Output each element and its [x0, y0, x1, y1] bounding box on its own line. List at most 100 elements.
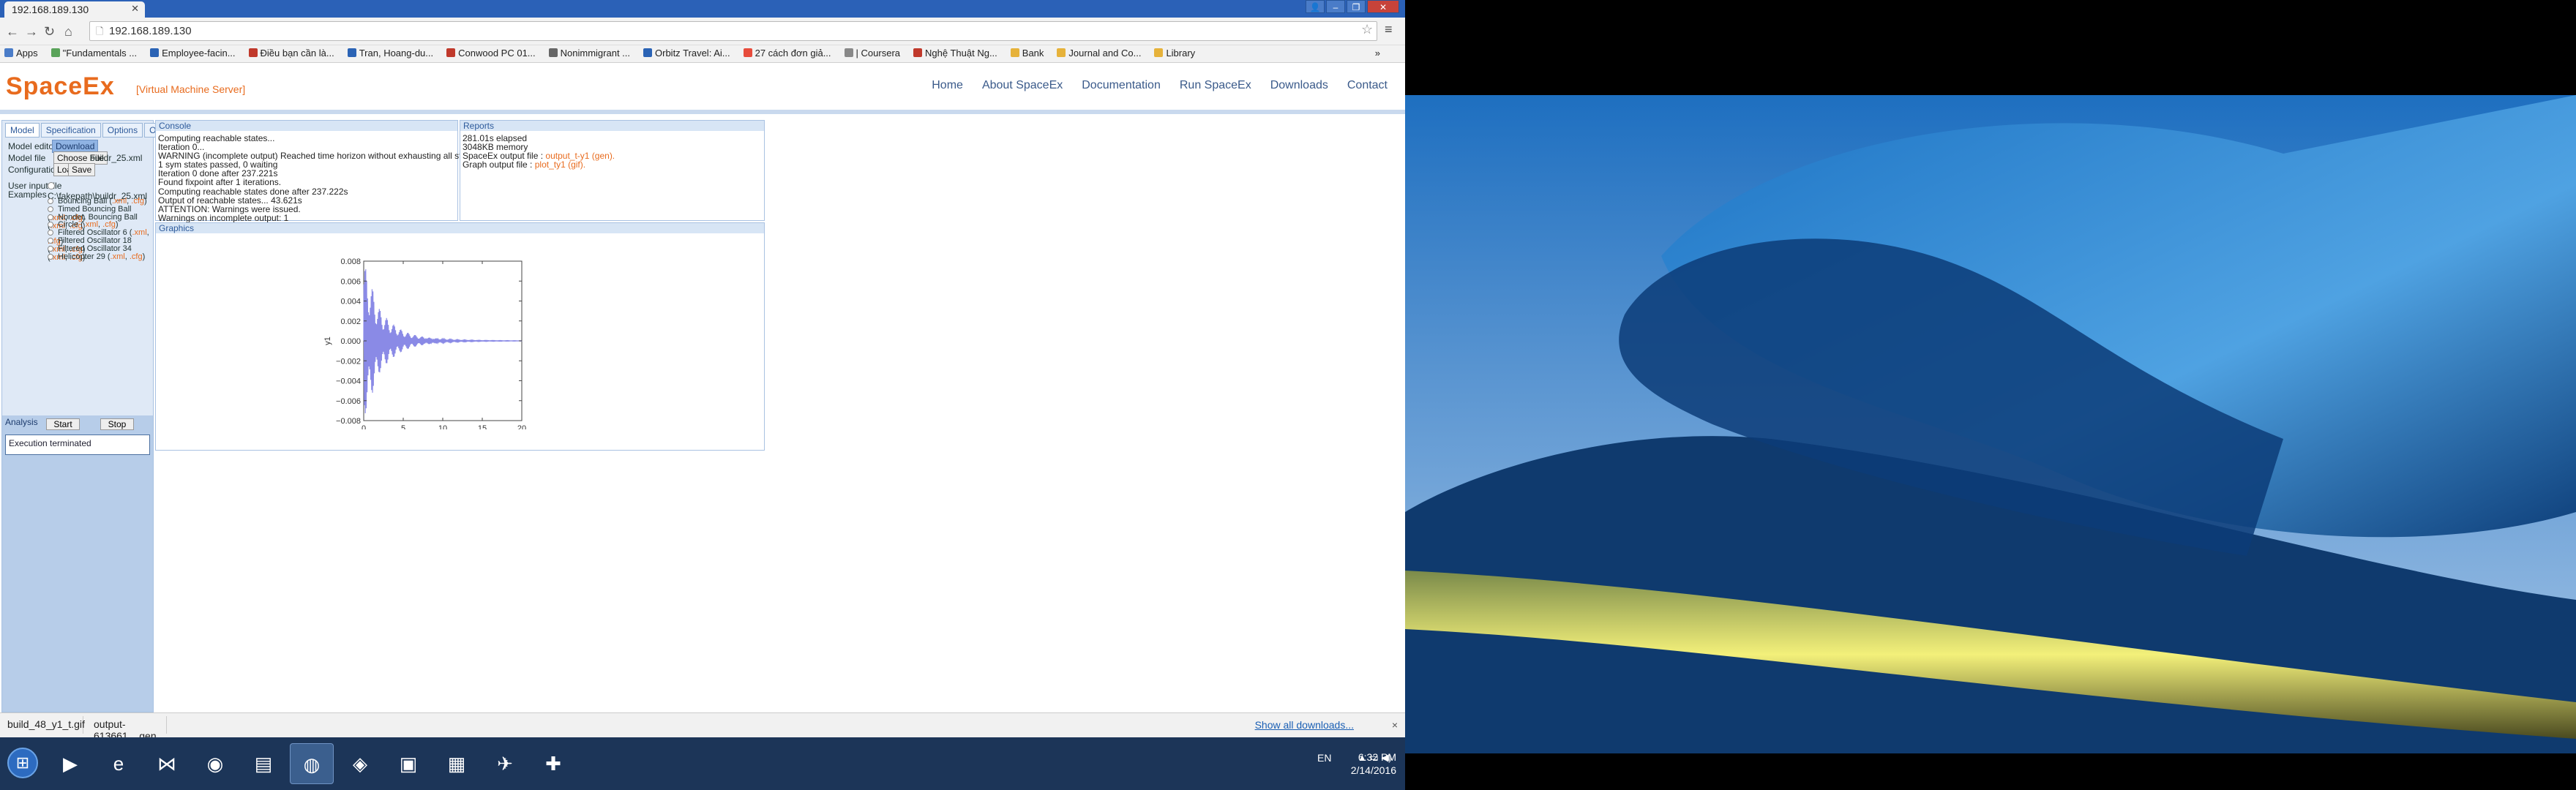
radio-icon[interactable]: [48, 245, 53, 252]
bookmark-label: Conwood PC 01...: [458, 48, 536, 59]
bookmark-item[interactable]: Tran, Hoang-du...: [347, 48, 433, 59]
start-button[interactable]: Start: [46, 418, 80, 430]
bookmark-item[interactable]: "Fundamentals ...: [50, 48, 137, 59]
console-output: Computing reachable states... Iteration 0…: [156, 131, 561, 225]
file-explorer-icon[interactable]: ▤: [242, 743, 285, 784]
radio-icon[interactable]: [48, 230, 53, 236]
reports-title: Reports: [460, 121, 764, 131]
minimize-icon[interactable]: –: [1326, 0, 1345, 13]
browser-tab[interactable]: 192.168.189.130 ✕: [4, 1, 145, 18]
tab-close-icon[interactable]: ✕: [131, 3, 139, 15]
window-controls: 👤 – ❐ ✕: [1306, 0, 1399, 15]
bookmark-label: 27 cách đơn giả...: [755, 48, 831, 59]
bookmark-item[interactable]: Nghệ Thuật Ng...: [913, 48, 997, 59]
language-indicator[interactable]: EN: [1317, 752, 1331, 764]
tab-specification[interactable]: Specification: [40, 123, 101, 138]
nav-link-run-spaceex[interactable]: Run SpaceEx: [1180, 79, 1251, 92]
example-cfg-link[interactable]: .cfg: [130, 252, 143, 261]
bookmark-icon: [1010, 48, 1019, 57]
restore-icon[interactable]: ❐: [1347, 0, 1366, 13]
settings-app-icon[interactable]: ✚: [531, 743, 575, 784]
report-graph-link[interactable]: plot_ty1 (gif).: [535, 159, 585, 170]
example-option[interactable]: Helicopter 29 (.xml, .cfg): [48, 252, 145, 261]
bookmark-item[interactable]: Điều bạn cần là...: [248, 48, 334, 59]
console-line: Computing reachable states done after 23…: [158, 186, 348, 197]
y-tick-label: −0.004: [336, 377, 361, 386]
show-all-downloads-link[interactable]: Show all downloads...: [1255, 719, 1354, 731]
radio-icon[interactable]: [48, 206, 53, 212]
x-tick-label: 15: [478, 424, 487, 429]
example-label: Helicopter 29 (: [58, 252, 111, 261]
home-icon[interactable]: ⌂: [64, 24, 72, 40]
site-logo[interactable]: SpaceEx: [6, 72, 115, 101]
architecture-photo: [1405, 0, 2576, 790]
app-icon[interactable]: ✈: [483, 743, 527, 784]
pdf-icon[interactable]: ▣: [386, 743, 430, 784]
model-file-label: Model file: [8, 153, 46, 163]
clock[interactable]: 6:32 PM 2/14/2016: [1351, 750, 1396, 777]
chrome-icon[interactable]: ◍: [290, 743, 334, 784]
tab-model[interactable]: Model: [5, 123, 40, 138]
internet-explorer-icon[interactable]: e: [97, 743, 141, 784]
bookmark-label: Employee-facin...: [162, 48, 236, 59]
bookmarks-overflow-icon[interactable]: »: [1375, 48, 1380, 59]
bookmark-item[interactable]: Library: [1154, 48, 1195, 59]
console-line: Warnings on incomplete output: 1: [158, 212, 289, 223]
firefox-icon[interactable]: ◉: [193, 743, 237, 784]
nav-link-documentation[interactable]: Documentation: [1082, 79, 1161, 92]
nav-link-downloads[interactable]: Downloads: [1270, 79, 1328, 92]
radio-icon[interactable]: [48, 222, 53, 228]
report-graph-line: Graph output file : plot_ty1 (gif).: [463, 160, 762, 169]
bookmark-item[interactable]: Orbitz Travel: Ai...: [643, 48, 730, 59]
bookmark-item[interactable]: Journal and Co...: [1057, 48, 1141, 59]
menu-icon[interactable]: ≡: [1385, 22, 1393, 37]
radio-icon[interactable]: [48, 182, 55, 189]
dxf-viewer-icon[interactable]: ◈: [338, 743, 382, 784]
radio-icon[interactable]: [48, 214, 53, 220]
radio-icon[interactable]: [48, 198, 53, 204]
download-item[interactable]: build_48_y1_t.gif: [3, 716, 85, 734]
bookmark-label: Library: [1166, 48, 1196, 59]
clock-date: 2/14/2016: [1350, 764, 1396, 776]
nav-link-about-spaceex[interactable]: About SpaceEx: [982, 79, 1063, 92]
close-window-icon[interactable]: ✕: [1367, 0, 1399, 13]
forward-icon[interactable]: →: [25, 24, 38, 40]
bookmark-item[interactable]: | Coursera: [844, 48, 900, 59]
bookmark-label: Điều bạn cần là...: [260, 48, 334, 59]
nav-link-contact[interactable]: Contact: [1347, 79, 1388, 92]
reload-icon[interactable]: ↻: [44, 24, 55, 40]
start-button-icon[interactable]: ⊞: [7, 748, 38, 778]
analysis-label: Analysis: [5, 417, 38, 427]
bookmark-item[interactable]: 27 cách đơn giả...: [743, 48, 831, 59]
download-item[interactable]: output-613661....gen: [89, 716, 167, 742]
save-button[interactable]: Save: [68, 163, 96, 176]
bookmark-icon: [743, 48, 752, 57]
bookmark-item[interactable]: Nonimmigrant ...: [548, 48, 630, 59]
bookmark-item[interactable]: Apps: [4, 48, 38, 59]
back-icon[interactable]: ←: [6, 24, 19, 40]
bookmark-item[interactable]: Employee-facin...: [150, 48, 236, 59]
graphics-title: Graphics: [156, 223, 764, 233]
bookmark-icon: [446, 48, 456, 57]
bookmark-item[interactable]: Bank: [1010, 48, 1044, 59]
bookmark-item[interactable]: Conwood PC 01...: [446, 48, 536, 59]
bookmark-icon: [1057, 48, 1066, 57]
stop-button[interactable]: Stop: [100, 418, 134, 430]
url-field[interactable]: 🗋 192.168.189.130: [89, 21, 1377, 41]
folder-icon[interactable]: ▦: [435, 743, 479, 784]
example-xml-link[interactable]: .xml: [111, 252, 125, 261]
y-tick-label: 0.002: [340, 317, 361, 326]
nav-link-home[interactable]: Home: [932, 79, 963, 92]
radio-icon[interactable]: [48, 253, 53, 260]
media-player-icon[interactable]: ▶: [48, 743, 92, 784]
user-icon[interactable]: 👤: [1306, 0, 1325, 13]
close-downloads-icon[interactable]: ×: [1392, 719, 1398, 731]
y-tick-label: −0.006: [336, 397, 361, 406]
bookmark-label: Journal and Co...: [1068, 48, 1142, 59]
tab-options[interactable]: Options: [102, 123, 143, 138]
bookmark-label: Orbitz Travel: Ai...: [655, 48, 730, 59]
star-icon[interactable]: ☆: [1361, 22, 1373, 37]
bookmark-label: Bank: [1022, 48, 1044, 59]
radio-icon[interactable]: [48, 238, 53, 244]
visual-studio-icon[interactable]: ⋈: [145, 743, 189, 784]
